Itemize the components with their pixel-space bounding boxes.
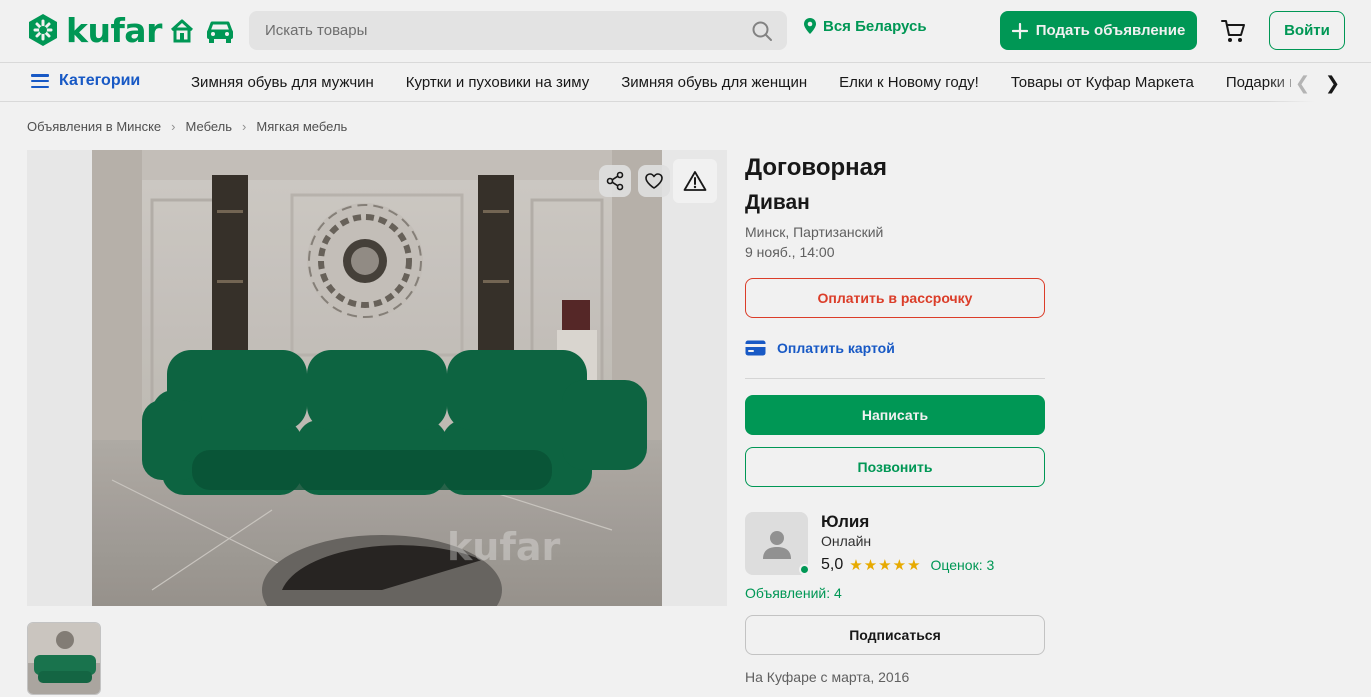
- region-label: Вся Беларусь: [823, 17, 927, 35]
- seller-since: На Куфаре с марта, 2016: [745, 669, 910, 685]
- login-button[interactable]: Войти: [1269, 11, 1345, 50]
- seller-rating: 5,0 ★ ★ ★ ★ ★ Оценок: 3: [821, 556, 994, 574]
- card-pay-label: Оплатить картой: [777, 340, 895, 356]
- online-indicator: [799, 564, 810, 575]
- region-selector[interactable]: Вся Беларусь: [803, 17, 927, 35]
- car-icon[interactable]: [205, 17, 235, 45]
- category-link[interactable]: Товары от Куфар Маркета: [1011, 74, 1194, 91]
- ad-price: Договорная: [745, 154, 887, 181]
- user-icon: [762, 530, 791, 559]
- home-icon[interactable]: [168, 17, 196, 45]
- search-box[interactable]: [249, 11, 787, 50]
- logo-text: kufar: [66, 10, 162, 50]
- category-links: Зимняя обувь для мужчин Куртки и пуховик…: [191, 74, 1291, 91]
- card-pay-link[interactable]: Оплатить картой: [745, 340, 895, 356]
- watermark: kufar: [447, 525, 560, 569]
- chevron-right-icon[interactable]: ❯: [1325, 73, 1340, 94]
- star-icon: ★: [863, 556, 878, 574]
- breadcrumb-link[interactable]: Мягкая мебель: [256, 119, 347, 134]
- share-icon: [606, 171, 624, 191]
- photo-gallery: kufar: [27, 150, 727, 606]
- rating-value: 5,0: [821, 556, 844, 573]
- chevron-right-icon: ›: [171, 119, 176, 134]
- menu-icon: [31, 74, 49, 88]
- category-bar: Категории Зимняя обувь для мужчин Куртки…: [0, 62, 1371, 102]
- write-button[interactable]: Написать: [745, 395, 1045, 435]
- search-input[interactable]: [265, 22, 745, 39]
- main-photo[interactable]: kufar: [92, 150, 662, 606]
- breadcrumb-link[interactable]: Объявления в Минске: [27, 119, 161, 134]
- location-pin-icon: [804, 18, 816, 34]
- ad-date: 9 нояб., 14:00: [745, 244, 835, 260]
- star-icon: ★: [907, 556, 921, 574]
- ad-location: Минск, Партизанский: [745, 224, 884, 240]
- breadcrumb-link[interactable]: Мебель: [186, 119, 233, 134]
- photo-thumbnail[interactable]: [27, 622, 101, 695]
- seller-status: Онлайн: [821, 533, 872, 549]
- reviews-link[interactable]: Оценок: 3: [931, 557, 995, 573]
- heart-icon: [645, 173, 663, 189]
- star-icon: ★: [892, 556, 907, 574]
- warning-icon: [683, 171, 707, 191]
- site-logo[interactable]: kufar: [26, 10, 162, 50]
- category-link[interactable]: Куртки и пуховики на зиму: [406, 74, 589, 91]
- cart-icon[interactable]: [1220, 18, 1246, 44]
- divider: [745, 378, 1045, 379]
- credit-card-icon: [745, 340, 766, 356]
- subscribe-button[interactable]: Подписаться: [745, 615, 1045, 655]
- rating-stars: ★ ★ ★ ★ ★: [849, 558, 920, 573]
- share-button[interactable]: [599, 165, 631, 197]
- category-link[interactable]: Зимняя обувь для женщин: [621, 74, 807, 91]
- ad-title: Диван: [745, 191, 810, 214]
- favorite-button[interactable]: [638, 165, 670, 197]
- seller-name[interactable]: Юлия: [821, 512, 869, 532]
- star-icon: ★: [878, 556, 892, 574]
- category-fade: [1268, 64, 1371, 102]
- star-icon: ★: [849, 556, 863, 574]
- chevron-left-icon[interactable]: ❮: [1295, 73, 1310, 94]
- plus-icon: [1011, 22, 1028, 39]
- post-ad-button[interactable]: Подать объявление: [1000, 11, 1197, 50]
- report-button[interactable]: [673, 159, 717, 203]
- thumbnail-image: [28, 623, 100, 694]
- seller-avatar[interactable]: [745, 512, 808, 575]
- chevron-right-icon: ›: [242, 119, 247, 134]
- seller-ads-link[interactable]: Объявлений: 4: [745, 585, 842, 601]
- call-button[interactable]: Позвонить: [745, 447, 1045, 487]
- categories-label: Категории: [59, 72, 141, 89]
- post-ad-label: Подать объявление: [1035, 22, 1186, 39]
- breadcrumb: Объявления в Минске › Мебель › Мягкая ме…: [27, 119, 347, 134]
- category-link[interactable]: Елки к Новому году!: [839, 74, 979, 91]
- installment-button[interactable]: Оплатить в рассрочку: [745, 278, 1045, 318]
- categories-menu-button[interactable]: Категории: [31, 72, 140, 90]
- sofa-photo: kufar: [92, 150, 662, 606]
- site-header: kufar Вся Беларусь Подать объявление: [0, 0, 1371, 62]
- logo-mark-icon: [29, 14, 57, 46]
- search-icon[interactable]: [751, 20, 773, 42]
- category-link[interactable]: Зимняя обувь для мужчин: [191, 74, 374, 91]
